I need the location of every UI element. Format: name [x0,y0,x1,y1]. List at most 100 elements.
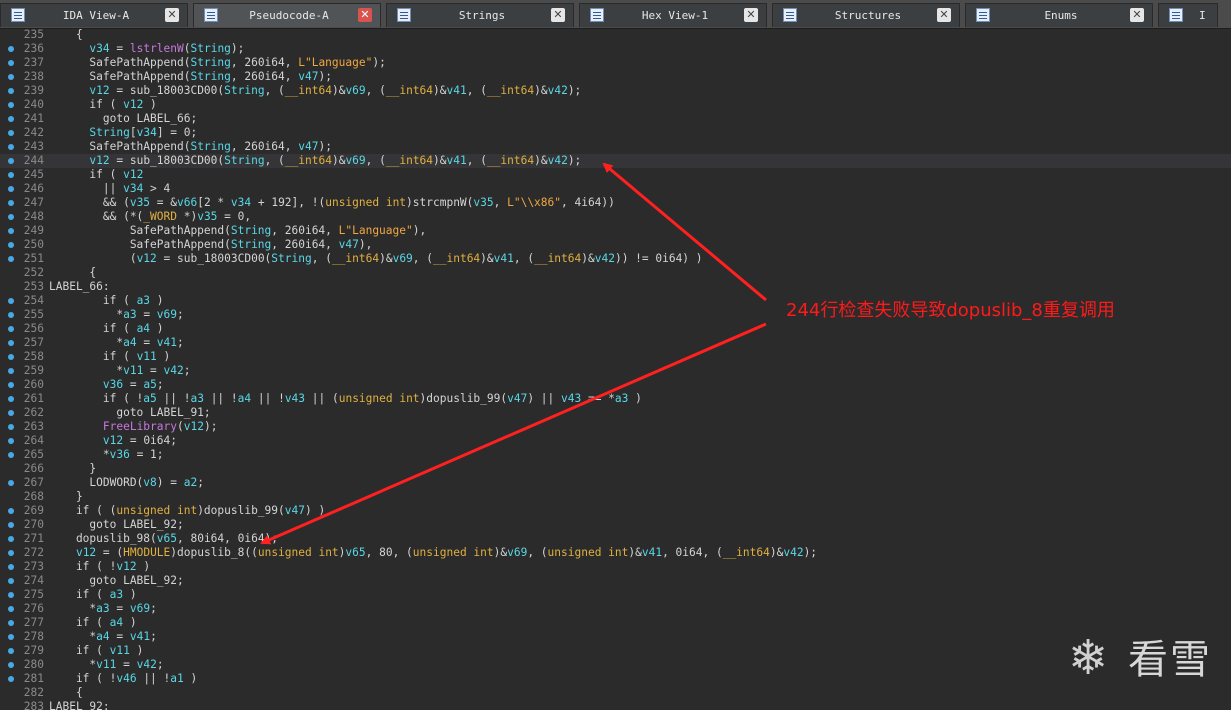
code-text[interactable]: *a3 = v69; [49,602,156,616]
breakpoint-dot-icon[interactable] [8,88,14,94]
close-icon[interactable]: ✕ [1130,8,1144,22]
code-text[interactable]: goto LABEL_66; [49,112,197,126]
breakpoint-dot-icon[interactable] [8,214,14,220]
breakpoint-dot-icon[interactable] [8,438,14,444]
breakpoint-dot-icon[interactable] [8,200,14,206]
code-line[interactable]: 239 v12 = sub_18003CD00(String, (__int64… [0,84,1231,98]
breakpoint-dot-icon[interactable] [8,634,14,640]
code-text[interactable]: SafePathAppend(String, 260i64, v47); [49,70,332,84]
code-text[interactable]: goto LABEL_91; [49,406,210,420]
code-line[interactable]: 243 SafePathAppend(String, 260i64, v47); [0,140,1231,154]
code-text[interactable]: if ( v11 ) [49,350,170,364]
code-line[interactable]: 264 v12 = 0i64; [0,434,1231,448]
breakpoint-dot-icon[interactable] [8,60,14,66]
code-line[interactable]: 250 SafePathAppend(String, 260i64, v47), [0,238,1231,252]
breakpoint-dot-icon[interactable] [8,158,14,164]
code-line[interactable]: 277 if ( a4 ) [0,616,1231,630]
code-line[interactable]: 249 SafePathAppend(String, 260i64, L"Lan… [0,224,1231,238]
breakpoint-dot-icon[interactable] [8,396,14,402]
code-text[interactable]: if ( a3 ) [49,294,164,308]
breakpoint-dot-icon[interactable] [8,620,14,626]
code-line[interactable]: 278 *a4 = v41; [0,630,1231,644]
breakpoint-dot-icon[interactable] [8,536,14,542]
tab-i[interactable]: I [1158,3,1218,27]
breakpoint-dot-icon[interactable] [8,550,14,556]
code-text[interactable]: (v12 = sub_18003CD00(String, (__int64)&v… [49,252,703,266]
breakpoint-dot-icon[interactable] [8,522,14,528]
code-line[interactable]: 257 *a4 = v41; [0,336,1231,350]
breakpoint-dot-icon[interactable] [8,410,14,416]
breakpoint-dot-icon[interactable] [8,102,14,108]
code-text[interactable]: SafePathAppend(String, 260i64, L"Languag… [49,56,385,70]
code-text[interactable]: if ( a4 ) [49,322,164,336]
code-text[interactable]: LABEL_92: [49,700,110,710]
breakpoint-dot-icon[interactable] [8,368,14,374]
code-line[interactable]: 272 v12 = (HMODULE)dopuslib_8((unsigned … [0,546,1231,560]
breakpoint-dot-icon[interactable] [8,480,14,486]
code-line[interactable]: 282 { [0,686,1231,700]
close-icon[interactable]: ✕ [551,8,565,22]
code-line[interactable]: 275 if ( a3 ) [0,588,1231,602]
breakpoint-dot-icon[interactable] [8,508,14,514]
tab-strings[interactable]: Strings ✕ [386,3,574,27]
code-line[interactable]: 242 String[v34] = 0; [0,126,1231,140]
code-text[interactable]: if ( !v12 ) [49,560,150,574]
code-line[interactable]: 240 if ( v12 ) [0,98,1231,112]
code-line[interactable]: 274 goto LABEL_92; [0,574,1231,588]
code-text[interactable]: } [49,462,96,476]
code-text[interactable]: if ( !v46 || !a1 ) [49,672,197,686]
code-text[interactable]: if ( v11 ) [49,644,143,658]
code-line[interactable]: 256 if ( a4 ) [0,322,1231,336]
code-line[interactable]: 244 v12 = sub_18003CD00(String, (__int64… [0,154,1231,168]
code-text[interactable]: *a4 = v41; [49,630,156,644]
code-line[interactable]: 238 SafePathAppend(String, 260i64, v47); [0,70,1231,84]
code-text[interactable]: && (v35 = &v66[2 * v34 + 192], !(unsigne… [49,196,615,210]
breakpoint-dot-icon[interactable] [8,648,14,654]
code-line[interactable]: 266 } [0,462,1231,476]
code-text[interactable]: v12 = sub_18003CD00(String, (__int64)&v6… [49,154,581,168]
code-text[interactable]: *a3 = v69; [49,308,183,322]
code-line[interactable]: 260 v36 = a5; [0,378,1231,392]
code-line[interactable]: 248 && (*(_WORD *)v35 = 0, [0,210,1231,224]
code-line[interactable]: 258 if ( v11 ) [0,350,1231,364]
tab-pseudocode-a[interactable]: Pseudocode-A ✕ [193,3,381,27]
breakpoint-dot-icon[interactable] [8,228,14,234]
breakpoint-dot-icon[interactable] [8,256,14,262]
code-line[interactable]: 261 if ( !a5 || !a3 || !a4 || !v43 || (u… [0,392,1231,406]
code-text[interactable]: FreeLibrary(v12); [49,420,218,434]
breakpoint-dot-icon[interactable] [8,564,14,570]
code-line[interactable]: 235 { [0,28,1231,42]
code-line[interactable]: 252 { [0,266,1231,280]
breakpoint-dot-icon[interactable] [8,326,14,332]
code-line[interactable]: 268 } [0,490,1231,504]
code-text[interactable]: && (*(_WORD *)v35 = 0, [49,210,251,224]
tab-enums[interactable]: Enums ✕ [965,3,1153,27]
breakpoint-dot-icon[interactable] [8,172,14,178]
code-text[interactable]: *v11 = v42; [49,658,163,672]
code-text[interactable]: { [49,266,96,280]
code-line[interactable]: 246 || v34 > 4 [0,182,1231,196]
breakpoint-dot-icon[interactable] [8,676,14,682]
breakpoint-dot-icon[interactable] [8,298,14,304]
breakpoint-dot-icon[interactable] [8,354,14,360]
breakpoint-dot-icon[interactable] [8,46,14,52]
breakpoint-dot-icon[interactable] [8,578,14,584]
code-text[interactable]: || v34 > 4 [49,182,170,196]
code-line[interactable]: 269 if ( (unsigned int)dopuslib_99(v47) … [0,504,1231,518]
breakpoint-dot-icon[interactable] [8,74,14,80]
code-line[interactable]: 262 goto LABEL_91; [0,406,1231,420]
code-text[interactable]: String[v34] = 0; [49,126,197,140]
code-line[interactable]: 236 v34 = lstrlenW(String); [0,42,1231,56]
code-line[interactable]: 259 *v11 = v42; [0,364,1231,378]
code-line[interactable]: 263 FreeLibrary(v12); [0,420,1231,434]
code-text[interactable]: } [49,490,83,504]
breakpoint-dot-icon[interactable] [8,606,14,612]
code-line[interactable]: 280 *v11 = v42; [0,658,1231,672]
code-line[interactable]: 241 goto LABEL_66; [0,112,1231,126]
breakpoint-dot-icon[interactable] [8,424,14,430]
code-text[interactable]: { [49,28,83,42]
code-text[interactable]: SafePathAppend(String, 260i64, v47); [49,140,332,154]
code-line[interactable]: 251 (v12 = sub_18003CD00(String, (__int6… [0,252,1231,266]
close-icon[interactable]: ✕ [937,8,951,22]
tab-structures[interactable]: Structures ✕ [772,3,960,27]
